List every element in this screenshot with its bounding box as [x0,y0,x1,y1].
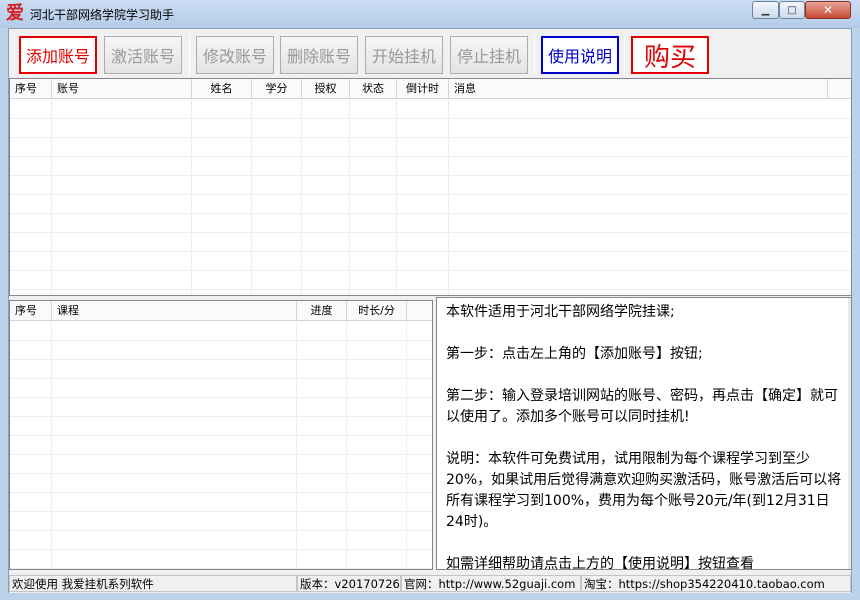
minimize-icon: ▁ [761,4,770,16]
start-button[interactable]: 开始挂机 [365,36,443,74]
app-logo-icon: 爱 [6,3,24,24]
toolbar-separator [534,35,535,75]
activate-account-button[interactable]: 激活账号 [104,36,182,74]
status-welcome: 欢迎使用 我爱挂机系列软件 [9,575,297,592]
grid-line [349,100,350,295]
column-header-duration[interactable]: 时长/分 [347,301,407,321]
column-header-index[interactable]: 序号 [10,301,52,321]
maximize-button[interactable]: □ [779,1,805,19]
column-header-credits[interactable]: 学分 [252,79,302,99]
courses-table-header: 序号 课程 进度 时长/分 [10,301,432,321]
column-header-status[interactable]: 状态 [350,79,397,99]
grid-line [51,100,52,295]
column-header-message[interactable]: 消息 [449,79,828,99]
grid-line [191,100,192,295]
accounts-table-header: 序号 账号 姓名 学分 授权 状态 倒计时 消息 [10,79,851,99]
status-website: 官网：http://www.52guaji.com [401,575,581,592]
grid-line [406,322,407,569]
modify-account-button[interactable]: 修改账号 [196,36,274,74]
column-header-authorization[interactable]: 授权 [302,79,350,99]
grid-line [251,100,252,295]
stop-button[interactable]: 停止挂机 [450,36,528,74]
column-header-progress[interactable]: 进度 [297,301,347,321]
toolbar-separator [189,35,190,75]
courses-table-body[interactable] [10,322,432,569]
column-header-course[interactable]: 课程 [52,301,297,321]
status-taobao: 淘宝：https://shop354220410.taobao.com [581,575,851,592]
main-window-client: 添加账号 激活账号 修改账号 删除账号 开始挂机 停止挂机 使用说明 购买 序号… [8,28,852,593]
column-header-name[interactable]: 姓名 [192,79,252,99]
help-button[interactable]: 使用说明 [541,36,619,74]
window-title: 河北干部网络学院学习助手 [30,8,175,22]
accounts-table-body[interactable] [10,100,851,295]
status-bar: 欢迎使用 我爱挂机系列软件 版本：v20170726 官网：http://www… [9,573,851,593]
grid-line [51,322,52,569]
column-header-countdown[interactable]: 倒计时 [397,79,449,99]
buy-button[interactable]: 购买 [631,36,709,74]
grid-line [396,100,397,295]
column-header-index[interactable]: 序号 [10,79,52,99]
grid-line [448,100,449,295]
title-bar[interactable]: 爱 河北干部网络学院学习助手 ▁ □ ✕ [0,0,860,28]
add-account-button[interactable]: 添加账号 [19,36,97,74]
close-button[interactable]: ✕ [805,1,851,19]
grid-line [296,322,297,569]
accounts-table[interactable]: 序号 账号 姓名 学分 授权 状态 倒计时 消息 [9,78,852,296]
maximize-icon: □ [787,4,797,16]
grid-line [346,322,347,569]
status-version: 版本：v20170726 [297,575,401,592]
instructions-scrollbar[interactable] [848,298,851,569]
delete-account-button[interactable]: 删除账号 [280,36,358,74]
close-icon: ✕ [822,3,834,17]
minimize-button[interactable]: ▁ [752,1,779,19]
courses-table[interactable]: 序号 课程 进度 时长/分 [9,300,433,570]
instructions-text: 本软件适用于河北干部网络学院挂课; 第一步：点击左上角的【添加账号】按钮; 第二… [446,304,842,570]
toolbar-separator [624,35,625,75]
column-header-account[interactable]: 账号 [52,79,192,99]
grid-line [301,100,302,295]
instructions-panel[interactable]: 本软件适用于河北干部网络学院挂课; 第一步：点击左上角的【添加账号】按钮; 第二… [436,297,852,570]
toolbar: 添加账号 激活账号 修改账号 删除账号 开始挂机 停止挂机 使用说明 购买 [9,29,851,79]
